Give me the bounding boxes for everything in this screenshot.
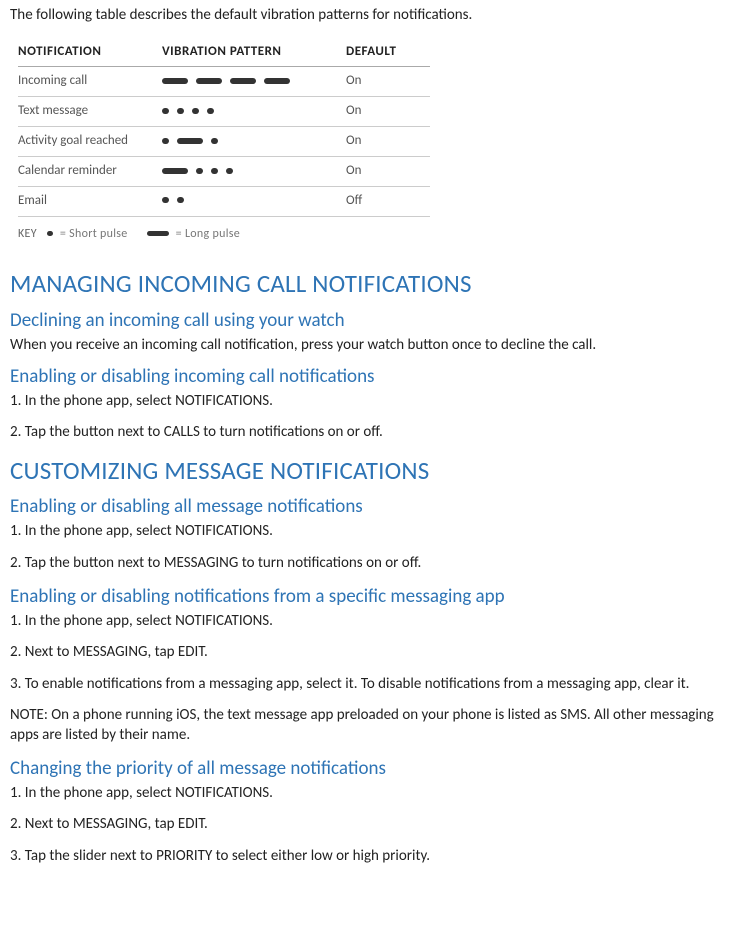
vibration-pattern: [162, 157, 346, 187]
col-header-default: DEFAULT: [346, 40, 430, 67]
pattern-key: KEY = Short pulse = Long pulse: [10, 227, 729, 243]
key-short-text: = Short pulse: [60, 227, 128, 241]
declining-body: When you receive an incoming call notifi…: [10, 336, 729, 356]
priority-step-1: 1. In the phone app, select NOTIFICATION…: [10, 784, 729, 804]
vibration-table-container: NOTIFICATION VIBRATION PATTERN DEFAULT I…: [10, 40, 729, 217]
heading-customizing: CUSTOMIZING MESSAGE NOTIFICATIONS: [10, 455, 729, 488]
vibration-pattern: [162, 67, 346, 97]
table-row: Activity goal reached On: [18, 127, 430, 157]
enable-all-step-2: 2. Tap the button next to MESSAGING to t…: [10, 554, 729, 574]
key-long-text: = Long pulse: [176, 227, 240, 241]
col-header-pattern: VIBRATION PATTERN: [162, 40, 346, 67]
specific-step-2: 2. Next to MESSAGING, tap EDIT.: [10, 643, 729, 663]
enable-calls-step-1: 1. In the phone app, select NOTIFICATION…: [10, 392, 729, 412]
intro-paragraph: The following table describes the defaul…: [10, 6, 729, 26]
vibration-table: NOTIFICATION VIBRATION PATTERN DEFAULT I…: [18, 40, 430, 217]
subheading-priority: Changing the priority of all message not…: [10, 757, 729, 782]
col-header-notification: NOTIFICATION: [18, 40, 162, 67]
heading-managing: MANAGING INCOMING CALL NOTIFICATIONS: [10, 268, 729, 301]
notification-name: Email: [18, 186, 162, 216]
short-pulse-icon: [47, 231, 53, 236]
default-value: On: [346, 157, 430, 187]
specific-note: NOTE: On a phone running iOS, the text m…: [10, 706, 729, 745]
default-value: On: [346, 97, 430, 127]
vibration-pattern: [162, 127, 346, 157]
table-row: Calendar reminder On: [18, 157, 430, 187]
table-row: Text message On: [18, 97, 430, 127]
default-value: On: [346, 67, 430, 97]
enable-calls-step-2: 2. Tap the button next to CALLS to turn …: [10, 423, 729, 443]
subheading-enable-calls: Enabling or disabling incoming call noti…: [10, 365, 729, 390]
specific-step-1: 1. In the phone app, select NOTIFICATION…: [10, 612, 729, 632]
vibration-pattern: [162, 97, 346, 127]
default-value: On: [346, 127, 430, 157]
key-label: KEY: [18, 227, 37, 241]
specific-step-3: 3. To enable notifications from a messag…: [10, 675, 729, 695]
priority-step-2: 2. Next to MESSAGING, tap EDIT.: [10, 815, 729, 835]
notification-name: Calendar reminder: [18, 157, 162, 187]
vibration-pattern: [162, 186, 346, 216]
enable-all-step-1: 1. In the phone app, select NOTIFICATION…: [10, 522, 729, 542]
subheading-declining: Declining an incoming call using your wa…: [10, 309, 729, 334]
default-value: Off: [346, 186, 430, 216]
notification-name: Incoming call: [18, 67, 162, 97]
subheading-enable-all-msgs: Enabling or disabling all message notifi…: [10, 495, 729, 520]
notification-name: Text message: [18, 97, 162, 127]
priority-step-3: 3. Tap the slider next to PRIORITY to se…: [10, 847, 729, 867]
table-row: Email Off: [18, 186, 430, 216]
table-row: Incoming call On: [18, 67, 430, 97]
notification-name: Activity goal reached: [18, 127, 162, 157]
long-pulse-icon: [147, 231, 169, 236]
subheading-specific-app: Enabling or disabling notifications from…: [10, 585, 729, 610]
